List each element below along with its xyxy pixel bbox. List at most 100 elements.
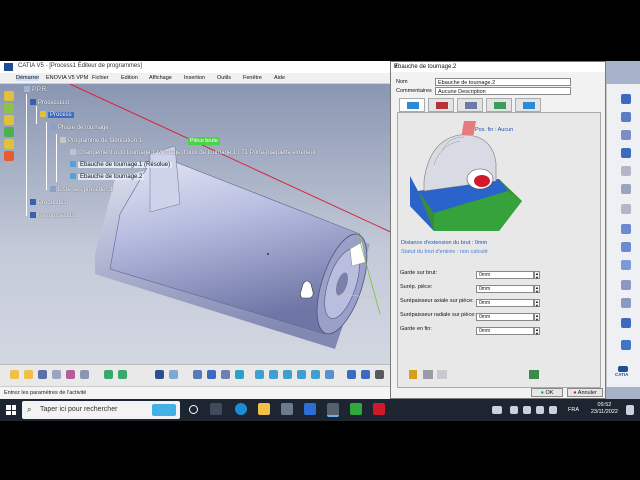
tree-node-procedures[interactable]: Liste des procédés.1 <box>50 186 113 193</box>
tool-path-icon[interactable] <box>529 370 539 379</box>
comment-field[interactable]: Aucune Description <box>435 87 571 95</box>
pos-fin-label[interactable]: Pos. fin : Aucun <box>475 127 513 133</box>
notifications-icon[interactable] <box>626 405 634 415</box>
tool-icon-2[interactable] <box>4 103 14 113</box>
language-indicator[interactable]: FRA <box>568 407 579 413</box>
param-spinner-4[interactable]: ▲ ▼ <box>534 313 540 321</box>
menu-fichier[interactable]: Fichier <box>92 75 109 81</box>
geometry-preview[interactable] <box>404 121 524 236</box>
param-field-3[interactable]: 0mm <box>476 299 534 307</box>
render-icon[interactable] <box>221 370 230 379</box>
right-tool-icon-14[interactable] <box>621 340 631 350</box>
taskbar-clock[interactable]: 09:52 23/11/2022 <box>591 402 618 416</box>
menu-aide[interactable]: Aide <box>274 75 285 81</box>
right-tool-icon-11[interactable] <box>621 280 631 290</box>
menu-demarrer[interactable]: Démarrer <box>16 75 40 81</box>
recorder-icon[interactable] <box>373 403 385 415</box>
right-tool-icon-1[interactable] <box>621 94 631 104</box>
param-field-4[interactable]: 0mm <box>476 313 534 321</box>
right-tool-icon-10[interactable] <box>621 260 631 270</box>
simulate-icon[interactable] <box>423 370 433 379</box>
menu-outils[interactable]: Outils <box>217 75 231 81</box>
param-field-1[interactable]: 0mm <box>476 271 534 279</box>
param-spinner-3[interactable]: ▲ ▼ <box>534 299 540 307</box>
tab-geometry[interactable] <box>428 98 454 112</box>
tree-node-rough1[interactable]: Ebauche de tournage.1 (Résolue) <box>70 161 173 168</box>
right-tool-icon-5[interactable] <box>621 166 631 176</box>
menu-affichage[interactable]: Affichage <box>149 75 172 81</box>
tool-icon-3[interactable] <box>4 115 14 125</box>
right-tool-icon-8[interactable] <box>621 224 631 234</box>
open-icon[interactable] <box>24 370 33 379</box>
right-tool-icon-13[interactable] <box>621 318 631 328</box>
video-icon[interactable] <box>437 370 447 379</box>
keyboard-icon[interactable] <box>492 406 502 414</box>
edge-icon[interactable] <box>235 403 247 415</box>
tree-node-rough2[interactable]: Ebauche de tournage.2 <box>70 173 145 180</box>
print-icon[interactable] <box>52 370 61 379</box>
fit-icon[interactable] <box>235 370 244 379</box>
ok-button[interactable]: ● OK <box>531 388 563 397</box>
param-field-5[interactable]: 0mm <box>476 327 534 335</box>
mail-icon[interactable] <box>304 403 316 415</box>
hide-show-icon[interactable] <box>361 370 370 379</box>
menu-fenetre[interactable]: Fenêtre <box>243 75 262 81</box>
store-icon[interactable] <box>281 403 293 415</box>
pan-icon[interactable] <box>255 370 264 379</box>
tool-icon-1[interactable] <box>4 91 14 101</box>
undo-icon[interactable] <box>104 370 113 379</box>
save-icon[interactable] <box>38 370 47 379</box>
replay-icon[interactable] <box>409 370 417 379</box>
menu-enovia[interactable]: ENOVIA V5 VPM <box>46 75 88 81</box>
tree-node-productlist[interactable]: ProductList <box>30 199 68 206</box>
right-tool-icon-4[interactable] <box>621 148 631 158</box>
right-tool-icon-6[interactable] <box>621 184 631 194</box>
tree-node-tool-change[interactable]: Changement outil tournage.1 Montage d'ou… <box>70 149 316 156</box>
shading-icon[interactable] <box>347 370 356 379</box>
right-tool-icon-12[interactable] <box>621 298 631 308</box>
tab-macros[interactable] <box>515 98 541 112</box>
menu-edition[interactable]: Edition <box>121 75 138 81</box>
tree-node-resourceslist[interactable]: ResourcesList <box>30 212 76 219</box>
tool-icon-5[interactable] <box>4 139 14 149</box>
close-button[interactable]: × <box>394 64 599 70</box>
zoom-in-icon[interactable] <box>283 370 292 379</box>
tab-strategy[interactable] <box>399 98 425 112</box>
new-icon[interactable] <box>10 370 19 379</box>
name-field[interactable]: Ebauche de tournage.2 <box>435 78 571 86</box>
measure-icon[interactable] <box>169 370 178 379</box>
tree-node-process[interactable]: Process <box>40 111 74 118</box>
taskbar-search[interactable]: ⌕ Taper ici pour rechercher <box>22 401 180 419</box>
tree-node-phase[interactable]: Phase de tournage <box>50 124 109 131</box>
file-explorer-icon[interactable] <box>258 403 270 415</box>
volume-icon[interactable] <box>549 406 557 414</box>
param-spinner-1[interactable]: ▲ ▼ <box>534 271 540 279</box>
tab-feeds[interactable] <box>486 98 512 112</box>
wifi-icon[interactable] <box>536 406 544 414</box>
tool-icon-4[interactable] <box>4 127 14 137</box>
right-tool-icon-7[interactable] <box>621 204 631 214</box>
tab-tool[interactable] <box>457 98 483 112</box>
windows-start-icon[interactable] <box>6 405 16 415</box>
zoom-out-icon[interactable] <box>297 370 306 379</box>
battery-icon[interactable] <box>523 406 531 414</box>
iso-view-icon[interactable] <box>325 370 334 379</box>
right-tool-icon-3[interactable] <box>621 130 631 140</box>
redo-icon[interactable] <box>118 370 127 379</box>
param-spinner-2[interactable]: ▲ ▼ <box>534 285 540 293</box>
task-view-icon[interactable] <box>210 403 222 415</box>
cancel-button[interactable]: ● Annuler <box>567 388 603 397</box>
right-tool-icon-9[interactable] <box>621 242 631 252</box>
tree-node-ppr[interactable]: P.P.R. <box>24 86 48 93</box>
tree-node-processlist[interactable]: ProcessList <box>30 99 69 106</box>
param-field-2[interactable]: 0mm <box>476 285 534 293</box>
catia-task-icon[interactable] <box>327 403 339 417</box>
view-icon[interactable] <box>193 370 202 379</box>
param-spinner-5[interactable]: ▲ ▼ <box>534 327 540 335</box>
tree-node-program[interactable]: Programme de fabrication.1 <box>60 137 142 144</box>
cut-icon[interactable] <box>66 370 75 379</box>
tool-icon-6[interactable] <box>4 151 14 161</box>
grid-icon[interactable] <box>207 370 216 379</box>
cortana-icon[interactable] <box>189 405 198 414</box>
menu-insertion[interactable]: Insertion <box>184 75 205 81</box>
